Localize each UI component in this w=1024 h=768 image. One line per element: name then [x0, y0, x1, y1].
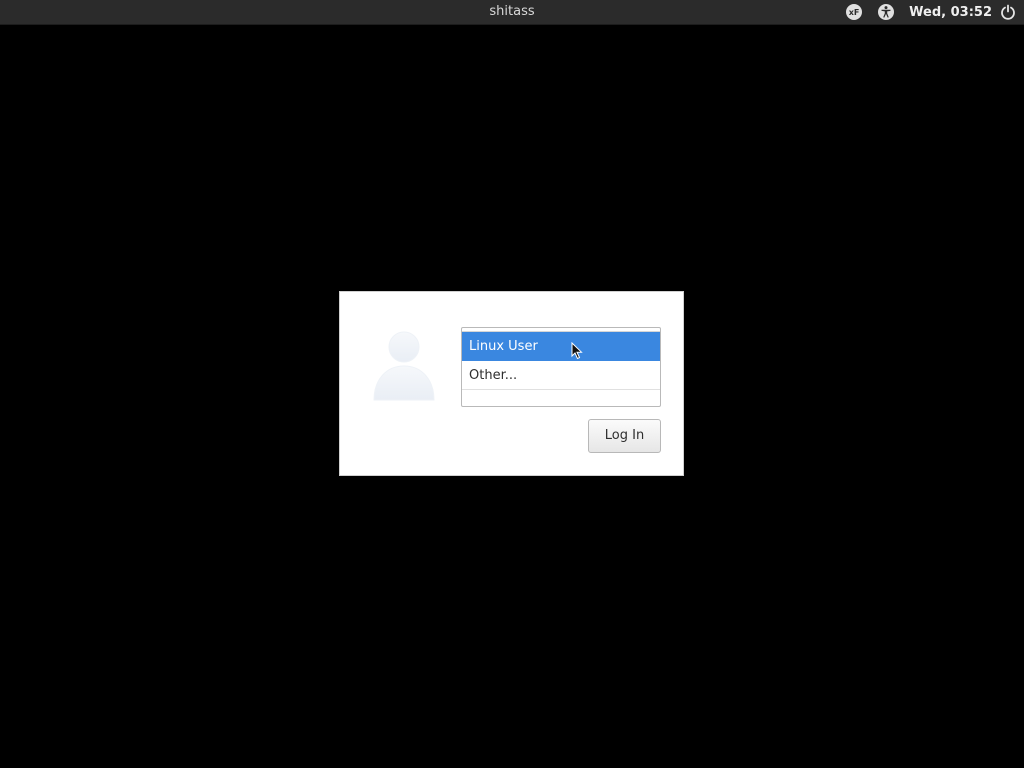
login-dialog: Linux User Other... Log In	[339, 291, 684, 476]
user-list-item-other[interactable]: Other...	[462, 361, 660, 390]
mouse-cursor-icon	[571, 341, 583, 360]
keyboard-layout-text: xF	[849, 8, 860, 17]
keyboard-layout-icon[interactable]: xF	[845, 3, 863, 21]
user-avatar-icon	[370, 328, 438, 404]
user-list[interactable]: Linux User Other...	[461, 327, 661, 407]
indicator-area: xF Wed, 03:52	[845, 3, 1016, 21]
clock[interactable]: Wed, 03:52	[909, 5, 992, 20]
accessibility-icon[interactable]	[877, 3, 895, 21]
power-icon[interactable]	[1000, 4, 1016, 20]
log-in-button[interactable]: Log In	[588, 419, 661, 453]
user-list-item-linux-user[interactable]: Linux User	[462, 332, 660, 361]
top-bar: shitass xF Wed, 03:52	[0, 0, 1024, 25]
